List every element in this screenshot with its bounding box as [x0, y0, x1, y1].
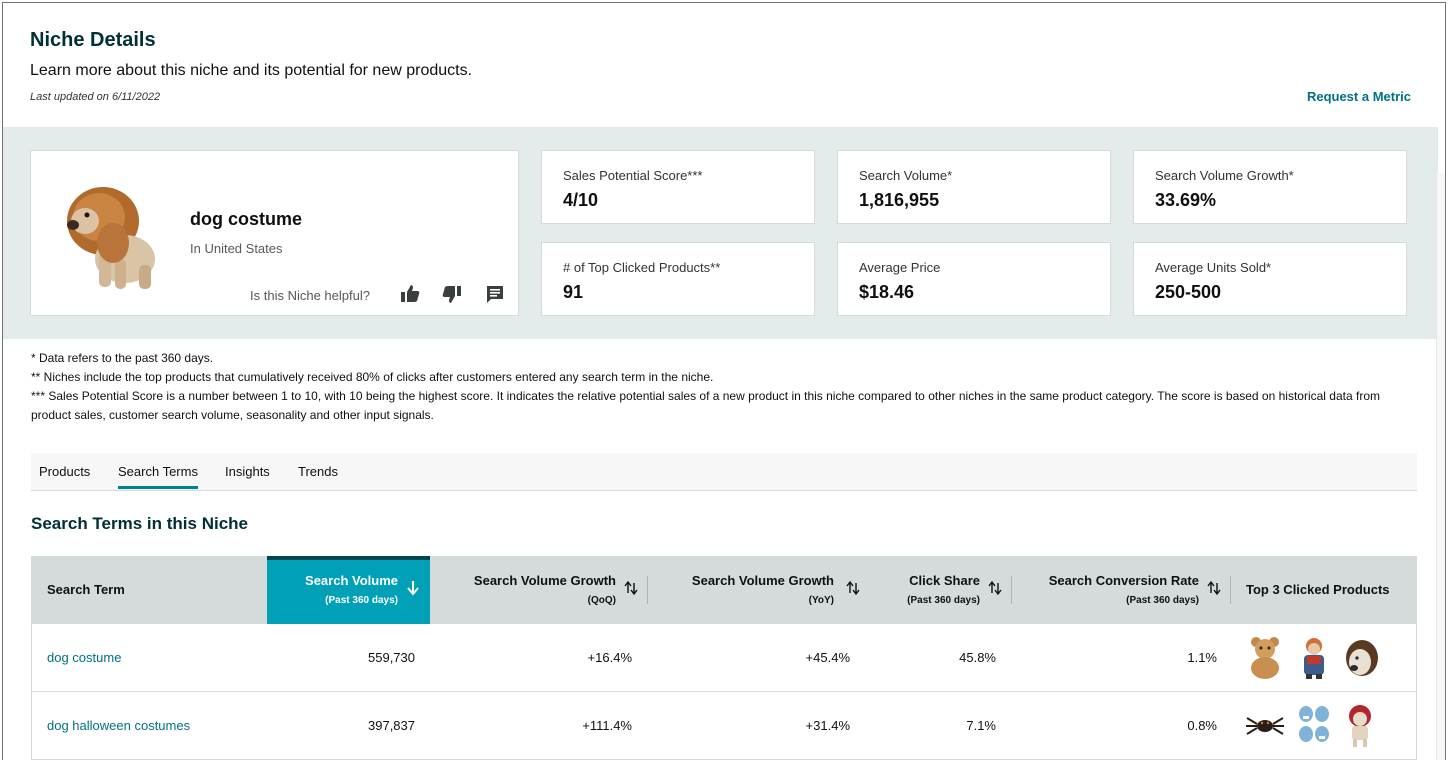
page-title: Niche Details	[30, 29, 156, 51]
dog-lion-costume-image	[67, 187, 155, 289]
column-sublabel: (Past 360 days)	[907, 595, 980, 606]
sort-descending-icon[interactable]	[406, 580, 420, 596]
metric-value: $18.46	[859, 282, 915, 302]
footnote: * Data refers to the past 360 days.	[31, 351, 214, 365]
table-row: dog costume 559,730 +16.4% +45.4% 45.8% …	[31, 624, 1417, 692]
app-frame: Niche Details Learn more about this nich…	[2, 2, 1446, 760]
column-label: Search Volume Growth	[473, 573, 616, 588]
metric-value: 4/10	[563, 190, 599, 210]
metric-card-average-units-sold: Average Units Sold* 250-500	[1133, 242, 1407, 316]
tab-search-terms[interactable]: Search Terms	[118, 464, 198, 489]
column-sublabel: (Past 360 days)	[325, 595, 398, 606]
metric-card-top-clicked-products: # of Top Clicked Products** 91	[541, 242, 815, 316]
footnote: ** Niches include the top products that …	[31, 370, 714, 384]
shark-costume-set-thumbnail[interactable]	[1294, 702, 1334, 748]
table-row: dog halloween costumes 397,837 +111.4% +…	[31, 692, 1417, 760]
vertical-scrollbar[interactable]	[1436, 173, 1445, 760]
tab-insights[interactable]: Insights	[225, 464, 270, 486]
metric-card-sales-potential: Sales Potential Score*** 4/10	[541, 150, 815, 224]
growth-yoy-cell: +45.4%	[805, 650, 850, 665]
page-subtitle: Learn more about this niche and its pote…	[30, 62, 473, 79]
click-share-cell: 7.1%	[966, 718, 996, 733]
metric-label: Search Volume*	[859, 168, 953, 183]
metric-value: 33.69%	[1155, 190, 1217, 210]
growth-yoy-cell: +31.4%	[805, 718, 850, 733]
red-riding-hood-costume-thumbnail[interactable]	[1340, 702, 1380, 748]
last-updated-text: Last updated on 6/11/2022	[30, 91, 161, 103]
column-label: Search Volume	[305, 573, 398, 588]
search-term-link[interactable]: dog halloween costumes	[47, 718, 190, 733]
footnotes: * Data refers to the past 360 days. ** N…	[31, 349, 1416, 425]
helpful-prompt: Is this Niche helpful?	[250, 288, 370, 303]
column-label: Search Conversion Rate	[1048, 573, 1199, 588]
tab-trends[interactable]: Trends	[298, 464, 338, 486]
search-term-link[interactable]: dog costume	[47, 650, 121, 665]
column-label: Search Term	[47, 582, 125, 597]
metric-label: # of Top Clicked Products**	[563, 260, 721, 275]
metric-value: 91	[563, 282, 584, 302]
search-volume-cell: 397,837	[368, 718, 415, 733]
tab-bar: Products Search Terms Insights Trends	[31, 453, 1417, 491]
metric-value: 250-500	[1155, 282, 1222, 302]
column-header-search-term[interactable]: Search Term	[31, 556, 267, 624]
column-label: Click Share	[909, 573, 980, 588]
metric-card-search-volume: Search Volume* 1,816,955	[837, 150, 1111, 224]
niche-name: dog costume	[190, 209, 303, 229]
sort-icon[interactable]	[988, 580, 1002, 596]
click-share-cell: 45.8%	[959, 650, 996, 665]
column-sublabel: (YoY)	[808, 595, 834, 606]
growth-qoq-cell: +111.4%	[582, 718, 632, 733]
column-sublabel: (Past 360 days)	[1126, 595, 1199, 606]
chucky-doll-costume-thumbnail[interactable]	[1294, 634, 1334, 680]
search-volume-cell: 559,730	[368, 650, 415, 665]
column-label: Search Volume Growth	[691, 573, 834, 588]
niche-summary-card: dog costume In United States Is this Nic…	[30, 150, 519, 316]
metric-label: Average Price	[859, 260, 941, 275]
metric-card-search-volume-growth: Search Volume Growth* 33.69%	[1133, 150, 1407, 224]
section-title: Search Terms in this Niche	[31, 514, 248, 533]
column-header-search-volume-growth-qoq[interactable]: Search Volume Growth (QoQ)	[430, 556, 648, 624]
thumbs-down-icon[interactable]	[441, 283, 463, 305]
column-label: Top 3 Clicked Products	[1246, 582, 1390, 597]
tab-products[interactable]: Products	[39, 464, 90, 486]
metric-card-average-price: Average Price $18.46	[837, 242, 1111, 316]
column-header-search-conversion-rate[interactable]: Search Conversion Rate (Past 360 days)	[1012, 556, 1231, 624]
wig-costume-thumbnail[interactable]	[1340, 634, 1380, 680]
metric-label: Average Units Sold*	[1155, 260, 1272, 275]
sort-icon[interactable]	[624, 580, 638, 596]
metric-label: Search Volume Growth*	[1155, 168, 1294, 183]
teddy-bear-costume-thumbnail[interactable]	[1245, 634, 1285, 680]
niche-market: In United States	[190, 241, 283, 256]
conversion-rate-cell: 1.1%	[1187, 650, 1217, 665]
column-header-search-volume[interactable]: Search Volume (Past 360 days)	[267, 556, 430, 624]
column-header-top-clicked-products: Top 3 Clicked Products	[1231, 556, 1417, 624]
table-header: Search Term Search Volume (Past 360 days…	[31, 556, 1417, 624]
comment-icon[interactable]	[484, 283, 506, 305]
column-header-search-volume-growth-yoy[interactable]: Search Volume Growth (YoY)	[648, 556, 866, 624]
sort-icon[interactable]	[1207, 580, 1221, 596]
footnote: *** Sales Potential Score is a number be…	[31, 389, 1380, 422]
request-metric-link[interactable]: Request a Metric	[1307, 89, 1411, 104]
page-header: Niche Details Learn more about this nich…	[30, 3, 1411, 127]
sort-icon[interactable]	[846, 580, 860, 596]
conversion-rate-cell: 0.8%	[1187, 718, 1217, 733]
metrics-band: dog costume In United States Is this Nic…	[3, 127, 1438, 339]
column-sublabel: (QoQ)	[587, 595, 616, 606]
metric-value: 1,816,955	[859, 190, 940, 210]
column-header-click-share[interactable]: Click Share (Past 360 days)	[866, 556, 1012, 624]
metric-label: Sales Potential Score***	[563, 168, 703, 183]
spider-costume-thumbnail[interactable]	[1245, 702, 1285, 748]
growth-qoq-cell: +16.4%	[587, 650, 632, 665]
thumbs-up-icon[interactable]	[399, 283, 421, 305]
